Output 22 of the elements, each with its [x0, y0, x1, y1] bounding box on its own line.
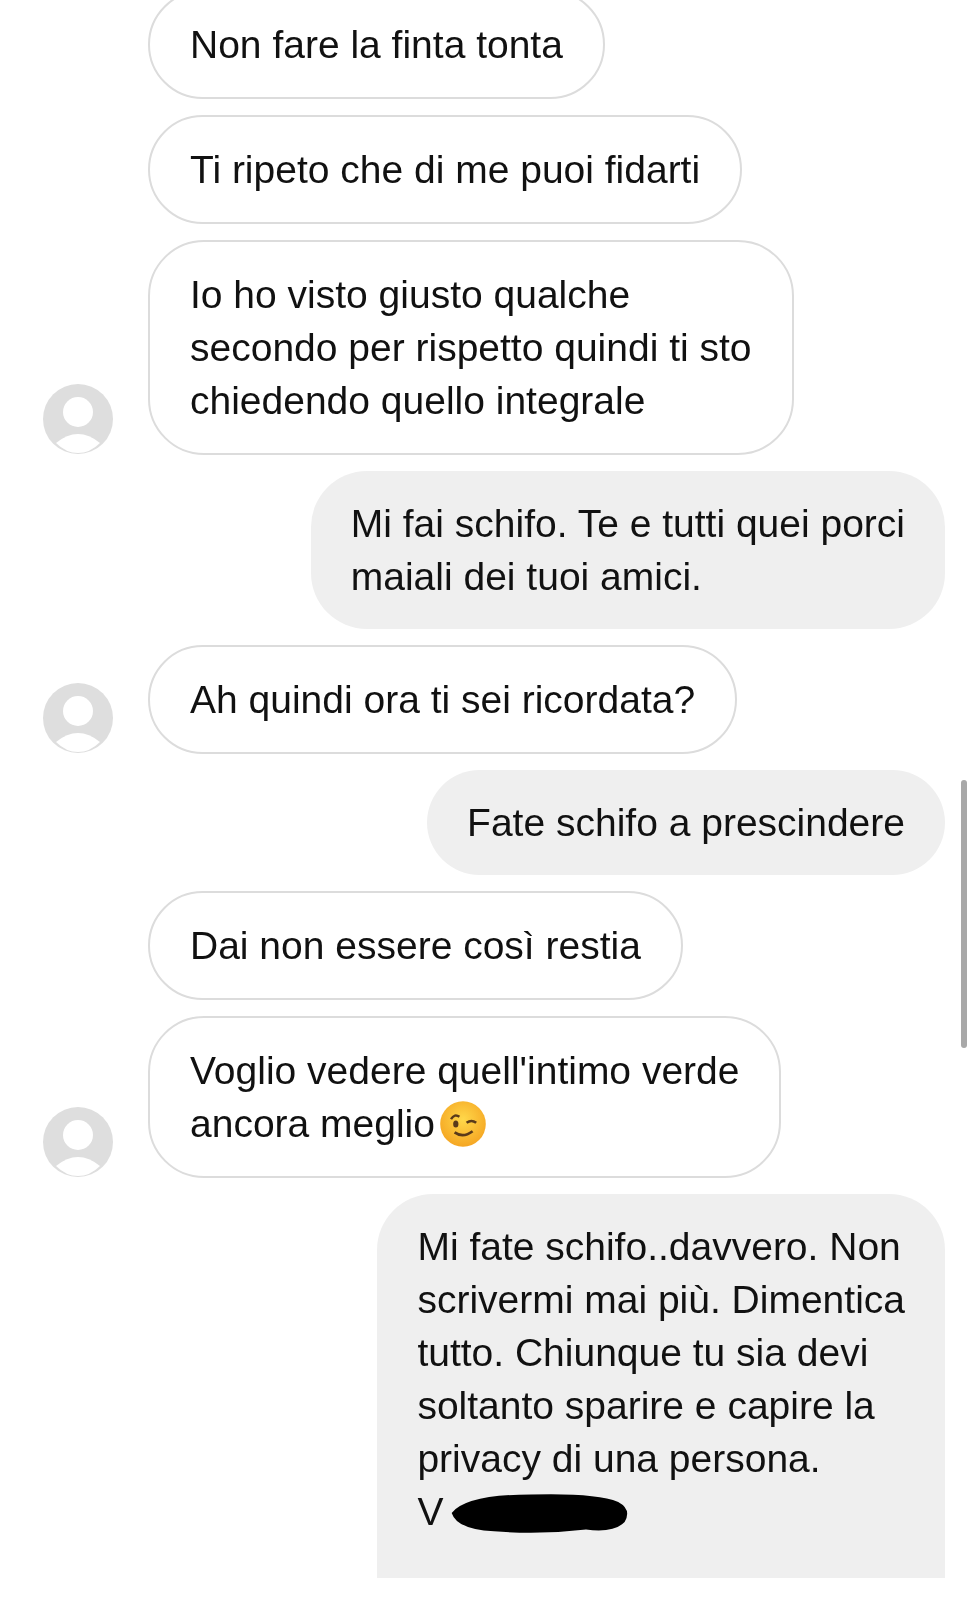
message-text: secondo per rispetto quindi ti sto — [190, 325, 752, 371]
message-text: Fate schifo a prescindere — [467, 800, 905, 846]
avatar-icon[interactable] — [42, 383, 114, 455]
scrollbar[interactable] — [961, 780, 967, 1048]
message-text: Ti ripeto che di me puoi fidarti — [190, 147, 701, 193]
message-text: ancora meglio — [190, 1101, 435, 1147]
message-text: privacy di una persona. — [417, 1436, 821, 1482]
message-text: Ah quindi ora ti sei ricordata? — [190, 677, 696, 723]
avatar-icon[interactable] — [42, 682, 114, 754]
avatar-icon[interactable] — [42, 1106, 114, 1178]
message-text: Dai non essere così restia — [190, 923, 641, 969]
signature-text: V — [417, 1489, 444, 1535]
message-text: maiali dei tuoi amici. — [350, 554, 702, 600]
message-text: chiedendo quello integrale — [190, 378, 646, 424]
message-text: Non fare la finta tonta — [190, 22, 563, 68]
message-text: soltanto sparire e capire la — [417, 1383, 875, 1429]
message-text: Mi fate schifo..davvero. Non — [417, 1224, 901, 1270]
message-text: tutto. Chiunque tu sia devi — [417, 1330, 869, 1376]
message-text: Io ho visto giusto qualche — [190, 272, 631, 318]
message-text: Voglio vedere quell'intimo verde — [190, 1048, 740, 1094]
message-text: scrivermi mai più. Dimentica — [417, 1277, 905, 1323]
message-text: Mi fai schifo. Te e tutti quei porci — [350, 501, 905, 547]
